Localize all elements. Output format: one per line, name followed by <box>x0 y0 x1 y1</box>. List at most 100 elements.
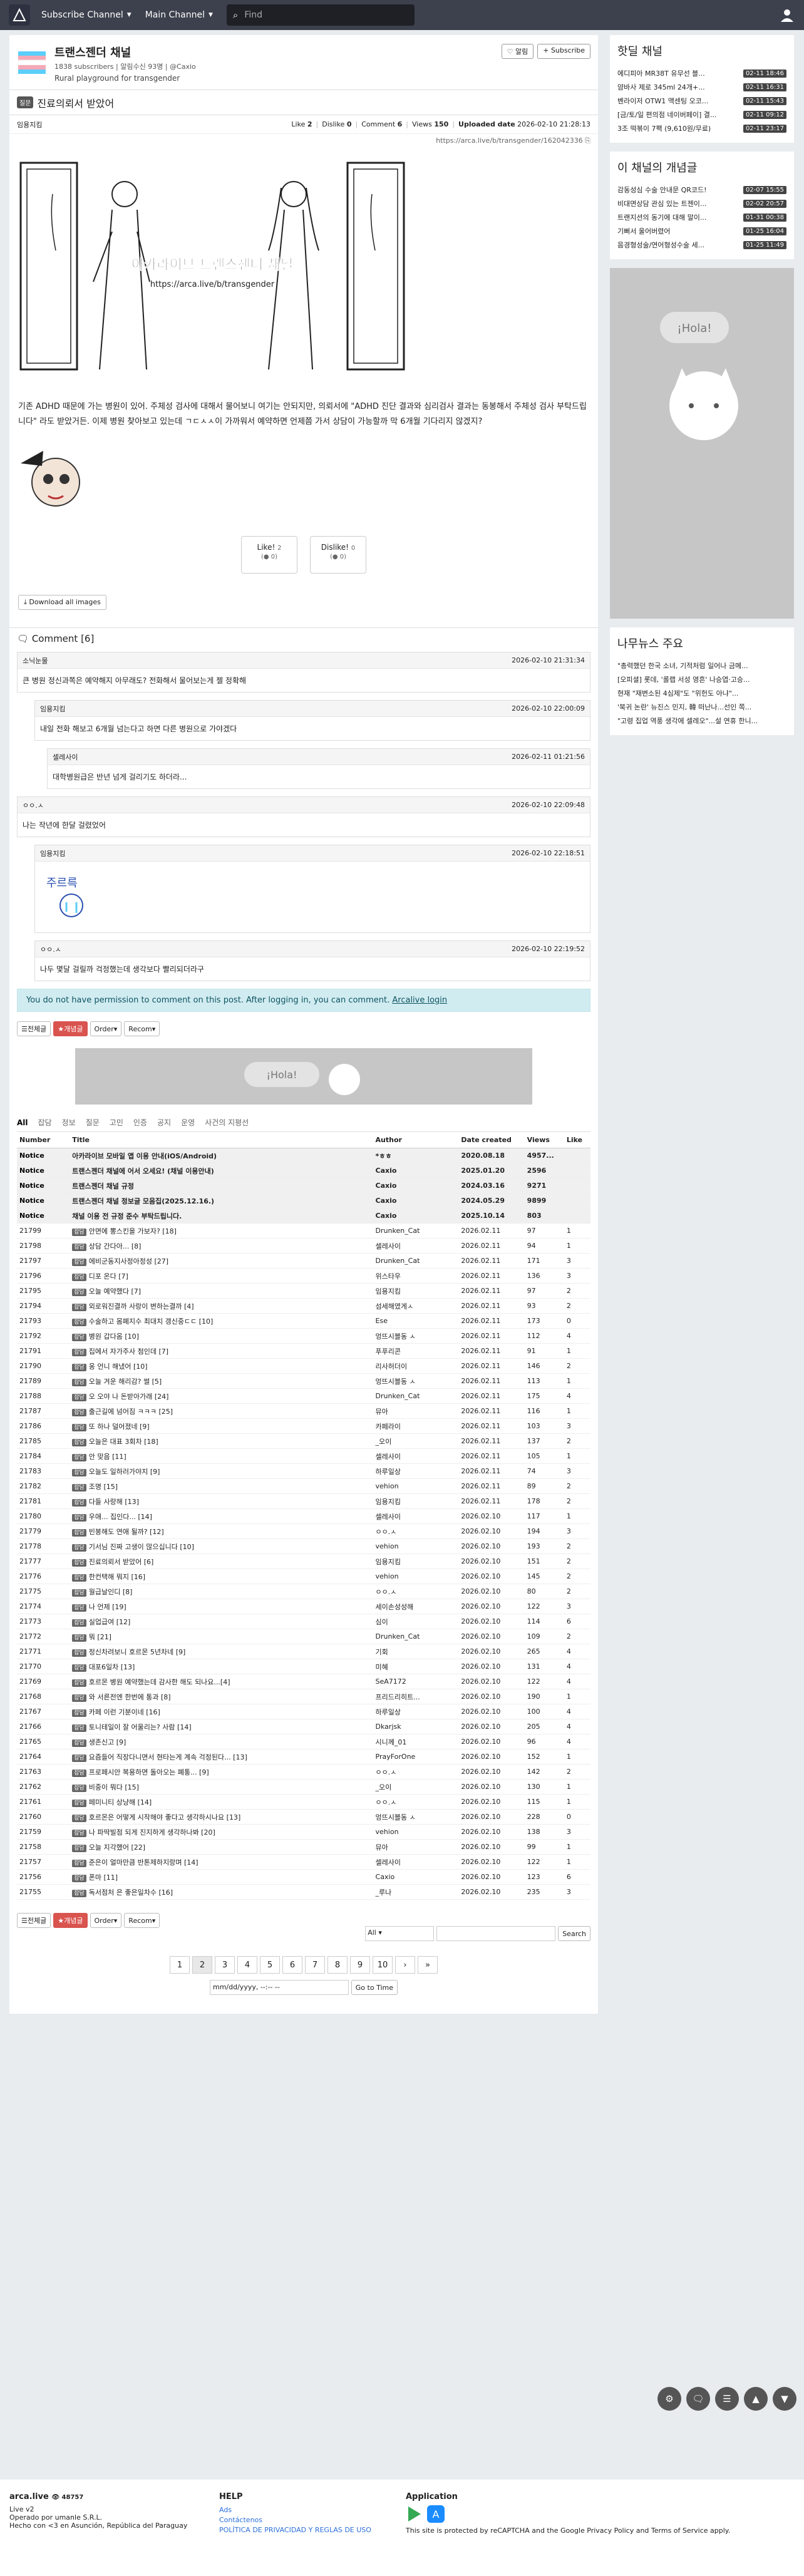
row-title-text[interactable]: 수술하고 몸폐지수 최대치 갱신중ㄷㄷ [10] <box>89 1317 214 1326</box>
table-row[interactable]: 21769 잡담 호르몬 병원 예약했는데 감사한 해도 되나요...[4] SeA7… <box>17 1674 590 1689</box>
date-input[interactable]: mm/dd/yyyy, --:-- -- <box>210 1980 349 1995</box>
list-item[interactable]: [오피셜] 롯데, '롤랩 서성 영흔' 나승엽·고승... <box>617 672 786 686</box>
list-item[interactable]: 감동성심 수술 안내문 QR코드! 02-07 15:55 <box>617 183 786 197</box>
table-row[interactable]: 21759 잡담 나 파딱빌점 되게 진지하게 생각하나봐 [20] vehion 20… <box>17 1824 590 1840</box>
table-row[interactable]: 21762 잡담 비중이 뭐다 [15] _오이 2026.02.10 130 1 <box>17 1779 590 1795</box>
row-title-text[interactable]: 조명 [15] <box>89 1483 118 1491</box>
row-title-text[interactable]: 오 오야 나 돈받아가래 [24] <box>89 1393 169 1401</box>
row-title-text[interactable]: 토니테일이 잘 어울리는? 사람 [14] <box>89 1723 192 1731</box>
list-icon[interactable]: ☰ <box>715 2387 739 2411</box>
list-item[interactable]: 에디피아 MR38T 유무선 블... 02-11 18:46 <box>617 66 786 80</box>
table-row[interactable]: 21789 잡담 오늘 겨운 해리감? 썰 [5] 엉뜨시블동 ㅅ 2026.02.11… <box>17 1373 590 1389</box>
table-row[interactable]: 21755 잡담 독서점처 은 좋은일차수 [16] _루나 2026.02.10 235… <box>17 1884 590 1900</box>
comment-author[interactable]: ㅇㅇ.ㅅ <box>40 944 61 954</box>
list-item[interactable]: 얌바사 제로 345ml 24개+... 02-11 16:31 <box>617 80 786 94</box>
tab-proof[interactable]: 인증 <box>133 1117 147 1128</box>
best-title[interactable]: 이 채널의 개념글 <box>617 159 786 175</box>
table-row[interactable]: 21786 잡담 또 하나 덜어졌네 [9] 카페라이 2026.02.11 103 3 <box>17 1418 590 1434</box>
list-item[interactable]: "고령 집업 역풍 생각에 셀레오"...설 연휴 한니... <box>617 714 786 728</box>
main-channel-dropdown[interactable]: Main Channel ▼ <box>145 10 213 20</box>
list-item[interactable]: '북귀 논란' 뉴진스 민지, 韓 떠난나...선인 쪽... <box>617 700 786 714</box>
list-item[interactable]: 기뻐서 울어버렸어 01-25 16:04 <box>617 224 786 238</box>
page-button[interactable]: 3 <box>215 1956 235 1974</box>
ad-banner[interactable]: ¡Hola! <box>75 1048 532 1105</box>
tab-info[interactable]: 정보 <box>62 1117 76 1128</box>
arca-logo[interactable] <box>9 4 30 26</box>
comment-author[interactable]: ㅇㅇ.ㅅ <box>23 800 44 810</box>
list-item[interactable]: 벤라이저 OTW1 액센팅 오코... 02-11 15:43 <box>617 94 786 108</box>
page-button[interactable]: 5 <box>260 1956 280 1974</box>
last-page-icon[interactable]: » <box>418 1956 438 1974</box>
table-row[interactable]: 21773 잡담 실업급여 [12] 심이 2026.02.10 114 6 <box>17 1614 590 1629</box>
table-row[interactable]: 21775 잡담 월급날인디 [8] ㅇㅇ.ㅅ 2026.02.10 80 2 <box>17 1584 590 1599</box>
row-title-text[interactable]: 안 맞음 [11] <box>89 1453 126 1461</box>
all-posts-button[interactable]: ☰ 전체글 <box>17 1021 51 1036</box>
page-button[interactable]: 4 <box>237 1956 257 1974</box>
row-title-text[interactable]: 나 언제 [19] <box>89 1603 126 1611</box>
goto-time-button[interactable]: Go to Time <box>351 1980 398 1995</box>
row-title-text[interactable]: 오늘 예약했다 [7] <box>89 1287 141 1296</box>
login-link[interactable]: Arcalive login <box>392 996 447 1005</box>
news-title[interactable]: 나무뉴스 주요 <box>617 635 786 651</box>
table-row[interactable]: 21771 잡담 정신차려보니 호르몬 5년차네 [9] 기회 2026.02.10 26… <box>17 1644 590 1659</box>
page-button[interactable]: 9 <box>350 1956 370 1974</box>
comment-author[interactable]: 소닉눈물 <box>23 656 48 666</box>
comment-author[interactable]: 셀레사이 <box>53 752 78 762</box>
search-scope-select[interactable]: All ▾ <box>365 1926 435 1941</box>
list-item[interactable]: 현재 "재변소된 4심제"도 "위헌도 아냐"... <box>617 686 786 700</box>
row-title-text[interactable]: 안면에 뽕스킨을 가보자? [18] <box>89 1227 177 1235</box>
list-item[interactable]: 비대면상담 관심 있는 트젠이... 02-02 20:57 <box>617 197 786 210</box>
row-title-text[interactable]: 외로워진결까 사랑이 변하는결까 [4] <box>89 1302 194 1311</box>
tab-chat[interactable]: 잡담 <box>38 1117 52 1128</box>
table-row[interactable]: 21778 잡담 기서님 진짜 고생이 많으십니다 [10] vehion 2026.0… <box>17 1538 590 1554</box>
scroll-down-icon[interactable]: ▼ <box>773 2387 796 2411</box>
row-title-text[interactable]: 진료의뢰서 받았어 [6] <box>89 1558 154 1566</box>
dislike-button[interactable]: Dislike! 0 (● 0) <box>310 536 366 574</box>
like-button[interactable]: Like! 2 (● 0) <box>241 536 297 574</box>
list-item[interactable]: [금/토/일 편의점 네이버페이] 결... 02-11 09:12 <box>617 108 786 121</box>
hotdeal-title[interactable]: 핫딜 채널 <box>617 43 786 59</box>
tab-admin[interactable]: 운영 <box>181 1117 195 1128</box>
table-row[interactable]: 21772 잡담 뭐 [21] Drunken_Cat 2026.02.10 109 2 <box>17 1629 590 1644</box>
next-page-icon[interactable]: › <box>395 1956 415 1974</box>
post-url[interactable]: https://arca.live/b/transgender/16204233… <box>9 134 598 148</box>
footer-brand[interactable]: arca.live <box>9 2492 49 2501</box>
table-row[interactable]: 21780 잡담 우애... 집인다... [14] 셀레사이 2026.02.10 11… <box>17 1508 590 1524</box>
comment-author[interactable]: 임용지킴 <box>40 848 65 858</box>
table-row[interactable]: 21799 잡담 안면에 뽕스킨을 가보자? [18] Drunken_Cat 2026… <box>17 1223 590 1239</box>
row-title-text[interactable]: 다들 사랑해 [13] <box>89 1498 139 1506</box>
table-row[interactable]: 21764 잡담 요즘들어 직장다니면서 현타는게 계속 걱정된다... [13] P… <box>17 1749 590 1765</box>
row-title-text[interactable]: 에비군동지사정아정성 [27] <box>89 1257 168 1265</box>
row-title-text[interactable]: 빈봉해도 연애 될까? [12] <box>89 1528 164 1536</box>
comment-author[interactable]: 임용지킴 <box>40 704 65 714</box>
table-row[interactable]: 21783 잡담 오늘도 일하러가야지 [9] 하루일상 2026.02.11 74 3 <box>17 1463 590 1479</box>
tab-event-horizon[interactable]: 사건의 지평선 <box>205 1117 249 1128</box>
table-row[interactable]: 21782 잡담 조명 [15] vehion 2026.02.11 89 2 <box>17 1478 590 1494</box>
table-row[interactable]: 21784 잡담 안 맞음 [11] 셀레사이 2026.02.11 105 1 <box>17 1448 590 1464</box>
row-title-text[interactable]: 디포 온다 [7] <box>89 1272 128 1280</box>
table-row[interactable]: 21758 잡담 오늘 지각했어 [22] 뮤아 2026.02.10 99 1 <box>17 1839 590 1855</box>
row-title-text[interactable]: 출근길에 넘어짐 ㅋㅋㅋ [25] <box>89 1408 173 1416</box>
row-title-text[interactable]: 페미니티 상냥해 [14] <box>89 1798 152 1806</box>
recom-select[interactable]: Recom ▾ <box>124 1021 160 1036</box>
row-title-text[interactable]: 오늘 지각했어 [22] <box>89 1843 145 1852</box>
post-author[interactable]: 임용지킴 <box>17 120 42 130</box>
page-button[interactable]: 8 <box>327 1956 348 1974</box>
notice-row[interactable]: Notice 트랜스젠더 채널 규정 Caxio 2024.03.16 9271 <box>17 1178 590 1193</box>
page-button[interactable]: 7 <box>305 1956 325 1974</box>
table-row[interactable]: 21756 잡담 폰마 [11] Caxio 2026.02.10 123 6 <box>17 1869 590 1885</box>
row-title-text[interactable]: 뭐 [21] <box>89 1633 111 1641</box>
search-input[interactable]: ⌕ Find <box>226 4 415 26</box>
contact-link[interactable]: Contáctenos <box>219 2515 371 2525</box>
table-row[interactable]: 21788 잡담 오 오야 나 돈받아가래 [24] Drunken_Cat 2026.… <box>17 1388 590 1404</box>
row-title-text[interactable]: 옹 언니 해냈어 [10] <box>89 1363 148 1371</box>
row-title-text[interactable]: 비중이 뭐다 [15] <box>89 1783 139 1791</box>
tab-notice[interactable]: 공지 <box>157 1117 171 1128</box>
bottom-search-input[interactable] <box>436 1926 556 1941</box>
row-title-text[interactable]: 생존신고 [9] <box>89 1738 126 1746</box>
post-image[interactable]: 아카라이브 트랜스젠더 채널 https://arca.live/b/trans… <box>18 157 406 382</box>
row-title-text[interactable]: 실업급여 [12] <box>89 1618 131 1626</box>
row-title-text[interactable]: 호르몬 병원 예약했는데 감사한 해도 되나요...[4] <box>89 1678 230 1686</box>
row-title-text[interactable]: 집에서 자가주사 첨인데 [7] <box>89 1347 168 1356</box>
list-item[interactable]: "총력했던 한국 소녀, 기적처럼 일어나 금메... <box>617 659 786 672</box>
